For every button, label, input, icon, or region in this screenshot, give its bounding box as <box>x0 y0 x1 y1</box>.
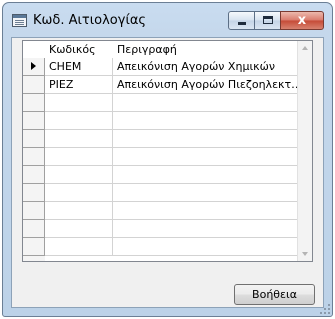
row-selector[interactable] <box>23 130 45 148</box>
code-cell[interactable]: CHEM <box>45 58 113 75</box>
maximize-icon <box>263 16 273 24</box>
column-header-code[interactable]: Κωδικός <box>45 41 113 58</box>
description-cell[interactable]: Απεικόνιση Αγορών Χημικών <box>113 58 298 75</box>
code-cell[interactable] <box>45 112 113 129</box>
maximize-button[interactable] <box>254 11 281 30</box>
empty-table-row[interactable] <box>23 130 298 148</box>
row-selector[interactable] <box>23 112 45 130</box>
grid-header: Κωδικός Περιγραφή <box>23 41 298 58</box>
code-cell[interactable] <box>45 148 113 165</box>
empty-table-row[interactable] <box>23 202 298 220</box>
code-cell[interactable] <box>45 94 113 111</box>
dialog-content: Κωδικός Περιγραφή CHEM Απεικόνιση Αγορών … <box>11 37 324 308</box>
dialog-window: Κωδ. Αιτιολογίας x Κωδικός Περιγραφή CHE… <box>2 2 333 317</box>
current-row-arrow-icon <box>31 62 36 70</box>
row-selector[interactable] <box>23 58 45 76</box>
code-cell[interactable] <box>45 238 113 255</box>
help-button[interactable]: Βοήθεια <box>234 284 315 305</box>
minimize-button[interactable] <box>228 11 255 30</box>
column-header-description[interactable]: Περιγραφή <box>113 41 298 58</box>
empty-table-row[interactable] <box>23 94 298 112</box>
empty-table-row[interactable] <box>23 112 298 130</box>
empty-table-row[interactable] <box>23 220 298 238</box>
scroll-down-button[interactable] <box>298 246 312 261</box>
window-title: Κωδ. Αιτιολογίας <box>33 13 147 28</box>
table-row[interactable]: CHEM Απεικόνιση Αγορών Χημικών <box>23 58 298 76</box>
scroll-up-button[interactable] <box>298 41 312 56</box>
row-selector[interactable] <box>23 148 45 166</box>
empty-table-row[interactable] <box>23 184 298 202</box>
close-button[interactable]: x <box>280 11 324 30</box>
row-selector[interactable] <box>23 94 45 112</box>
empty-table-row[interactable] <box>23 166 298 184</box>
row-selector[interactable] <box>23 202 45 220</box>
row-selector[interactable] <box>23 184 45 202</box>
minimize-icon <box>238 22 246 25</box>
code-cell[interactable] <box>45 166 113 183</box>
row-selector[interactable] <box>23 238 45 256</box>
empty-table-row[interactable] <box>23 148 298 166</box>
row-selector[interactable] <box>23 166 45 184</box>
resize-grip-icon[interactable] <box>320 304 330 314</box>
description-cell[interactable]: Απεικόνιση Αγορών Πιεζοηλεκτ… <box>113 76 298 93</box>
scroll-down-icon <box>302 252 308 256</box>
code-cell[interactable] <box>45 202 113 219</box>
title-bar[interactable]: Κωδ. Αιτιολογίας x <box>3 3 332 37</box>
code-cell[interactable] <box>45 184 113 201</box>
code-cell[interactable] <box>45 220 113 237</box>
close-icon: x <box>297 13 307 28</box>
table-row[interactable]: PIEZ Απεικόνιση Αγορών Πιεζοηλεκτ… <box>23 76 298 94</box>
window-controls: x <box>228 11 324 30</box>
reason-code-grid[interactable]: Κωδικός Περιγραφή CHEM Απεικόνιση Αγορών … <box>22 40 313 262</box>
scroll-up-icon <box>302 46 308 50</box>
row-selector[interactable] <box>23 76 45 94</box>
row-selector[interactable] <box>23 220 45 238</box>
code-cell[interactable]: PIEZ <box>45 76 113 93</box>
code-cell[interactable] <box>45 130 113 147</box>
vertical-scrollbar[interactable] <box>297 41 312 261</box>
empty-table-row[interactable] <box>23 238 298 256</box>
form-icon <box>12 14 27 27</box>
